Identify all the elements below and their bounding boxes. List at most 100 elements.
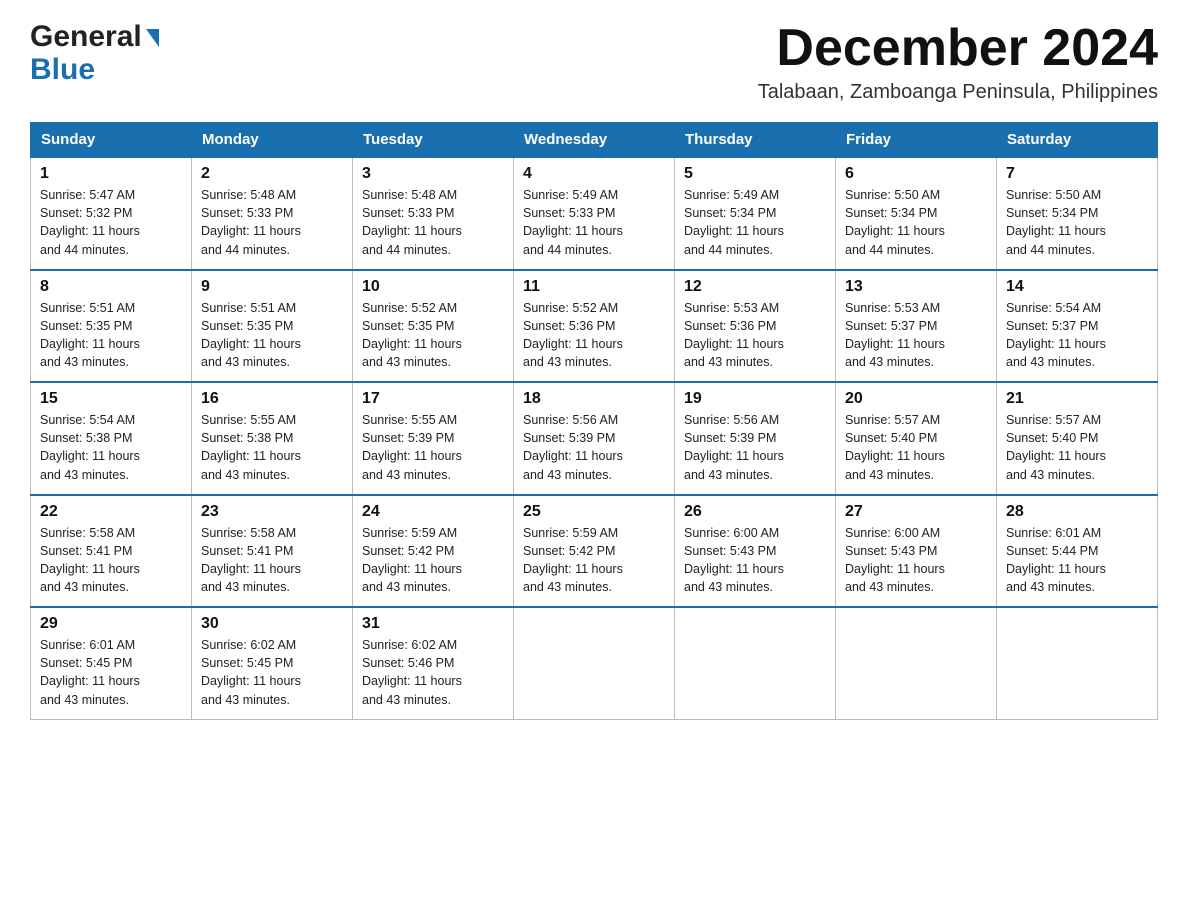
- calendar-cell: 17 Sunrise: 5:55 AMSunset: 5:39 PMDaylig…: [353, 382, 514, 495]
- day-number: 26: [684, 503, 826, 521]
- empty-cell: [836, 607, 997, 719]
- day-info: Sunrise: 5:52 AMSunset: 5:36 PMDaylight:…: [523, 301, 623, 369]
- calendar-cell: 20 Sunrise: 5:57 AMSunset: 5:40 PMDaylig…: [836, 382, 997, 495]
- day-number: 18: [523, 390, 665, 408]
- day-number: 30: [201, 615, 343, 633]
- day-info: Sunrise: 6:01 AMSunset: 5:45 PMDaylight:…: [40, 638, 140, 706]
- day-info: Sunrise: 6:00 AMSunset: 5:43 PMDaylight:…: [684, 526, 784, 594]
- day-number: 27: [845, 503, 987, 521]
- day-number: 19: [684, 390, 826, 408]
- day-info: Sunrise: 5:57 AMSunset: 5:40 PMDaylight:…: [1006, 413, 1106, 481]
- day-info: Sunrise: 6:00 AMSunset: 5:43 PMDaylight:…: [845, 526, 945, 594]
- calendar-table: Sunday Monday Tuesday Wednesday Thursday…: [30, 122, 1158, 720]
- calendar-cell: 21 Sunrise: 5:57 AMSunset: 5:40 PMDaylig…: [997, 382, 1158, 495]
- calendar-cell: 10 Sunrise: 5:52 AMSunset: 5:35 PMDaylig…: [353, 270, 514, 383]
- day-info: Sunrise: 5:53 AMSunset: 5:37 PMDaylight:…: [845, 301, 945, 369]
- day-info: Sunrise: 5:51 AMSunset: 5:35 PMDaylight:…: [40, 301, 140, 369]
- calendar-cell: 25 Sunrise: 5:59 AMSunset: 5:42 PMDaylig…: [514, 495, 675, 608]
- calendar-cell: 31 Sunrise: 6:02 AMSunset: 5:46 PMDaylig…: [353, 607, 514, 719]
- col-saturday: Saturday: [997, 123, 1158, 158]
- day-number: 31: [362, 615, 504, 633]
- day-number: 16: [201, 390, 343, 408]
- calendar-cell: 7 Sunrise: 5:50 AMSunset: 5:34 PMDayligh…: [997, 157, 1158, 270]
- day-info: Sunrise: 5:49 AMSunset: 5:33 PMDaylight:…: [523, 188, 623, 256]
- day-info: Sunrise: 5:59 AMSunset: 5:42 PMDaylight:…: [523, 526, 623, 594]
- day-number: 25: [523, 503, 665, 521]
- calendar-cell: 8 Sunrise: 5:51 AMSunset: 5:35 PMDayligh…: [31, 270, 192, 383]
- day-number: 12: [684, 278, 826, 296]
- day-number: 28: [1006, 503, 1148, 521]
- col-tuesday: Tuesday: [353, 123, 514, 158]
- day-info: Sunrise: 5:57 AMSunset: 5:40 PMDaylight:…: [845, 413, 945, 481]
- calendar-cell: 11 Sunrise: 5:52 AMSunset: 5:36 PMDaylig…: [514, 270, 675, 383]
- day-number: 5: [684, 165, 826, 183]
- col-monday: Monday: [192, 123, 353, 158]
- calendar-cell: 1 Sunrise: 5:47 AMSunset: 5:32 PMDayligh…: [31, 157, 192, 270]
- day-info: Sunrise: 5:53 AMSunset: 5:36 PMDaylight:…: [684, 301, 784, 369]
- calendar-cell: 5 Sunrise: 5:49 AMSunset: 5:34 PMDayligh…: [675, 157, 836, 270]
- day-number: 24: [362, 503, 504, 521]
- calendar-cell: 9 Sunrise: 5:51 AMSunset: 5:35 PMDayligh…: [192, 270, 353, 383]
- day-number: 7: [1006, 165, 1148, 183]
- day-info: Sunrise: 5:50 AMSunset: 5:34 PMDaylight:…: [1006, 188, 1106, 256]
- day-number: 29: [40, 615, 182, 633]
- empty-cell: [997, 607, 1158, 719]
- day-info: Sunrise: 5:56 AMSunset: 5:39 PMDaylight:…: [684, 413, 784, 481]
- calendar-cell: 30 Sunrise: 6:02 AMSunset: 5:45 PMDaylig…: [192, 607, 353, 719]
- calendar-cell: 27 Sunrise: 6:00 AMSunset: 5:43 PMDaylig…: [836, 495, 997, 608]
- calendar-week-row: 29 Sunrise: 6:01 AMSunset: 5:45 PMDaylig…: [31, 607, 1158, 719]
- calendar-cell: 4 Sunrise: 5:49 AMSunset: 5:33 PMDayligh…: [514, 157, 675, 270]
- calendar-cell: 3 Sunrise: 5:48 AMSunset: 5:33 PMDayligh…: [353, 157, 514, 270]
- day-number: 10: [362, 278, 504, 296]
- calendar-week-row: 1 Sunrise: 5:47 AMSunset: 5:32 PMDayligh…: [31, 157, 1158, 270]
- day-info: Sunrise: 5:49 AMSunset: 5:34 PMDaylight:…: [684, 188, 784, 256]
- day-info: Sunrise: 5:47 AMSunset: 5:32 PMDaylight:…: [40, 188, 140, 256]
- day-info: Sunrise: 5:50 AMSunset: 5:34 PMDaylight:…: [845, 188, 945, 256]
- day-info: Sunrise: 6:02 AMSunset: 5:45 PMDaylight:…: [201, 638, 301, 706]
- calendar-cell: 14 Sunrise: 5:54 AMSunset: 5:37 PMDaylig…: [997, 270, 1158, 383]
- day-info: Sunrise: 5:59 AMSunset: 5:42 PMDaylight:…: [362, 526, 462, 594]
- day-number: 3: [362, 165, 504, 183]
- day-number: 1: [40, 165, 182, 183]
- calendar-header-row: Sunday Monday Tuesday Wednesday Thursday…: [31, 123, 1158, 158]
- day-number: 13: [845, 278, 987, 296]
- day-number: 17: [362, 390, 504, 408]
- day-number: 15: [40, 390, 182, 408]
- col-thursday: Thursday: [675, 123, 836, 158]
- calendar-cell: 2 Sunrise: 5:48 AMSunset: 5:33 PMDayligh…: [192, 157, 353, 270]
- col-friday: Friday: [836, 123, 997, 158]
- day-number: 20: [845, 390, 987, 408]
- calendar-week-row: 22 Sunrise: 5:58 AMSunset: 5:41 PMDaylig…: [31, 495, 1158, 608]
- day-number: 11: [523, 278, 665, 296]
- calendar-cell: 28 Sunrise: 6:01 AMSunset: 5:44 PMDaylig…: [997, 495, 1158, 608]
- day-info: Sunrise: 5:51 AMSunset: 5:35 PMDaylight:…: [201, 301, 301, 369]
- day-number: 21: [1006, 390, 1148, 408]
- day-info: Sunrise: 5:55 AMSunset: 5:38 PMDaylight:…: [201, 413, 301, 481]
- calendar-cell: 18 Sunrise: 5:56 AMSunset: 5:39 PMDaylig…: [514, 382, 675, 495]
- day-info: Sunrise: 6:02 AMSunset: 5:46 PMDaylight:…: [362, 638, 462, 706]
- day-info: Sunrise: 5:55 AMSunset: 5:39 PMDaylight:…: [362, 413, 462, 481]
- day-number: 9: [201, 278, 343, 296]
- day-info: Sunrise: 6:01 AMSunset: 5:44 PMDaylight:…: [1006, 526, 1106, 594]
- col-wednesday: Wednesday: [514, 123, 675, 158]
- calendar-week-row: 15 Sunrise: 5:54 AMSunset: 5:38 PMDaylig…: [31, 382, 1158, 495]
- title-block: December 2024 Talabaan, Zamboanga Penins…: [758, 20, 1158, 104]
- page-header: General Blue December 2024 Talabaan, Zam…: [30, 20, 1158, 104]
- day-number: 2: [201, 165, 343, 183]
- calendar-cell: 22 Sunrise: 5:58 AMSunset: 5:41 PMDaylig…: [31, 495, 192, 608]
- day-number: 6: [845, 165, 987, 183]
- logo-blue: Blue: [30, 53, 159, 86]
- day-info: Sunrise: 5:54 AMSunset: 5:38 PMDaylight:…: [40, 413, 140, 481]
- day-info: Sunrise: 5:48 AMSunset: 5:33 PMDaylight:…: [362, 188, 462, 256]
- calendar-cell: 12 Sunrise: 5:53 AMSunset: 5:36 PMDaylig…: [675, 270, 836, 383]
- calendar-week-row: 8 Sunrise: 5:51 AMSunset: 5:35 PMDayligh…: [31, 270, 1158, 383]
- calendar-cell: 16 Sunrise: 5:55 AMSunset: 5:38 PMDaylig…: [192, 382, 353, 495]
- day-info: Sunrise: 5:48 AMSunset: 5:33 PMDaylight:…: [201, 188, 301, 256]
- calendar-cell: 24 Sunrise: 5:59 AMSunset: 5:42 PMDaylig…: [353, 495, 514, 608]
- empty-cell: [675, 607, 836, 719]
- calendar-cell: 26 Sunrise: 6:00 AMSunset: 5:43 PMDaylig…: [675, 495, 836, 608]
- day-number: 4: [523, 165, 665, 183]
- calendar-cell: 29 Sunrise: 6:01 AMSunset: 5:45 PMDaylig…: [31, 607, 192, 719]
- day-info: Sunrise: 5:58 AMSunset: 5:41 PMDaylight:…: [40, 526, 140, 594]
- day-number: 14: [1006, 278, 1148, 296]
